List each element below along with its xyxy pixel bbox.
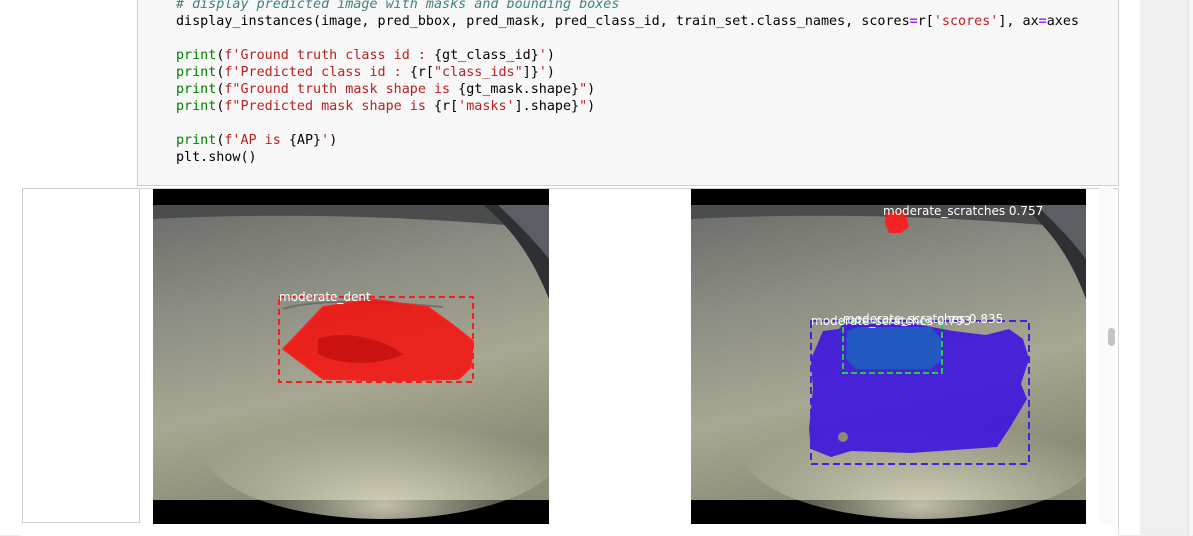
ground-truth-image-panel: moderate_dent — [153, 189, 549, 524]
code-token: ) — [587, 82, 596, 97]
code-token: {AP} — [288, 133, 322, 148]
code-token: ]} — [522, 65, 539, 80]
code-token: print — [176, 82, 217, 97]
code-line: print(f"Ground truth mask shape is {gt_m… — [176, 81, 1079, 98]
cell-output-area: moderate_dent moderate_scratches 0.757 m… — [22, 188, 1119, 536]
code-token: ' — [538, 48, 547, 63]
code-editor[interactable]: # display predicted image with masks and… — [176, 0, 1079, 166]
output-right-border — [1118, 188, 1119, 535]
prediction-image-panel: moderate_scratches 0.757 moderate_scratc… — [691, 189, 1086, 524]
code-cell-input[interactable]: # display predicted image with masks and… — [137, 0, 1119, 186]
code-token: = — [909, 14, 918, 29]
code-token: ' — [321, 133, 330, 148]
notebook-right-gutter — [1140, 0, 1193, 535]
code-line: plt.show() — [176, 149, 1079, 166]
code-token: ], ax — [998, 14, 1039, 29]
code-token: print — [176, 99, 217, 114]
code-token: print — [176, 65, 217, 80]
code-token: = — [1038, 14, 1047, 29]
code-token: {gt_mask.shape} — [458, 82, 580, 97]
code-token: r[ — [917, 14, 934, 29]
code-token: ) — [587, 99, 596, 114]
code-token: "class_ids" — [434, 65, 523, 80]
code-token: f"Predicted mask shape is — [224, 99, 434, 114]
code-token: " — [579, 82, 588, 97]
notebook-page: # display predicted image with masks and… — [0, 0, 1140, 536]
code-token: ) — [329, 133, 338, 148]
code-line: print(f'Predicted class id : {r["class_i… — [176, 64, 1079, 81]
code-token: print — [176, 48, 217, 63]
mask-hole — [838, 432, 848, 442]
code-token: axes — [1046, 14, 1079, 29]
code-token: {r[ — [409, 65, 434, 80]
code-line: display_instances(image, pred_bbox, pred… — [176, 13, 1079, 30]
code-token: f"Ground truth mask shape is — [224, 82, 459, 97]
code-token: print — [176, 133, 217, 148]
code-token: f'Predicted class id : — [224, 65, 410, 80]
code-line: print(f"Predicted mask shape is {r['mask… — [176, 98, 1079, 115]
code-token: {r[ — [433, 99, 459, 114]
code-token: f'Ground truth class id : — [224, 48, 434, 63]
code-line: print(f'Ground truth class id : {gt_clas… — [176, 47, 1079, 64]
code-token: ) — [546, 48, 555, 63]
dent-label: moderate_dent — [279, 290, 371, 304]
code-token: ' — [538, 65, 547, 80]
output-prompt — [22, 189, 140, 523]
code-token: plt.show() — [176, 150, 257, 165]
code-token: 'masks' — [458, 99, 515, 114]
ground-truth-image: moderate_dent — [153, 189, 549, 524]
code-token: ) — [546, 65, 555, 80]
scratch-label-red: moderate_scratches 0.757 — [883, 204, 1043, 218]
code-token: ].shape} — [514, 99, 580, 114]
scratch-mask-blue — [846, 327, 941, 369]
window-edge — [1188, 0, 1193, 535]
code-token: 'scores' — [933, 14, 999, 29]
code-token: f'AP is — [224, 133, 289, 148]
output-scrollbar-thumb[interactable] — [1108, 328, 1115, 346]
code-token: {gt_class_id} — [433, 48, 539, 63]
code-token: " — [579, 99, 588, 114]
output-scrollbar-track[interactable] — [1099, 188, 1113, 524]
code-line: # display predicted image with masks and… — [176, 0, 1079, 13]
scratch-label-purple: moderate_scratches 0.793 — [811, 314, 971, 328]
light-glare — [203, 379, 549, 519]
prediction-image: moderate_scratches 0.757 moderate_scratc… — [691, 189, 1086, 524]
code-line: print(f'AP is {AP}') — [176, 132, 1079, 149]
code-token: display_instances(image, pred_bbox, pred… — [176, 14, 910, 29]
code-comment: # display predicted image with masks and… — [176, 0, 620, 12]
